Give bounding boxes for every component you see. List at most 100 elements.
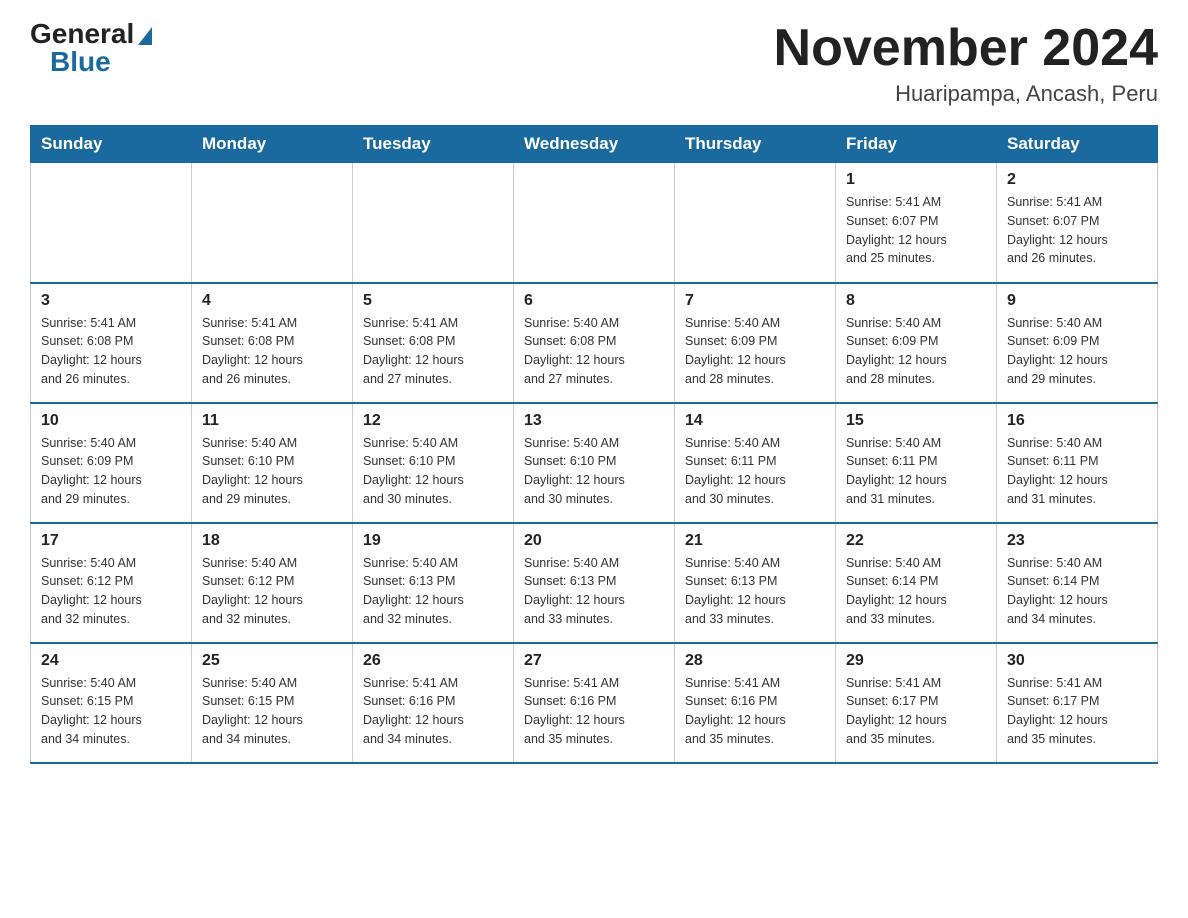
- title-area: November 2024 Huaripampa, Ancash, Peru: [774, 20, 1158, 107]
- calendar-cell: 29Sunrise: 5:41 AMSunset: 6:17 PMDayligh…: [836, 643, 997, 763]
- calendar-cell: 4 Sunrise: 5:41 AMSunset: 6:08 PMDaylight…: [192, 283, 353, 403]
- calendar-cell: 12 Sunrise: 5:40 AMSunset: 6:10 PMDayligh…: [353, 403, 514, 523]
- day-info: Sunrise: 5:41 AMSunset: 6:08 PMDaylight:…: [363, 314, 503, 389]
- day-number: 16: [1007, 412, 1147, 430]
- calendar-cell: [675, 163, 836, 283]
- day-info: Sunrise: 5:41 AMSunset: 6:16 PMDaylight:…: [685, 674, 825, 749]
- calendar-cell: 19 Sunrise: 5:40 AMSunset: 6:13 PMDayligh…: [353, 523, 514, 643]
- calendar-cell: 25 Sunrise: 5:40 AMSunset: 6:15 PMDayligh…: [192, 643, 353, 763]
- day-info: Sunrise: 5:40 AMSunset: 6:09 PMDaylight:…: [1007, 314, 1147, 389]
- calendar-cell: 6 Sunrise: 5:40 AMSunset: 6:08 PMDaylight…: [514, 283, 675, 403]
- calendar-cell: [514, 163, 675, 283]
- day-info: Sunrise: 5:40 AMSunset: 6:15 PMDaylight:…: [202, 674, 342, 749]
- day-number: 29: [846, 652, 986, 670]
- calendar-cell: 13Sunrise: 5:40 AMSunset: 6:10 PMDayligh…: [514, 403, 675, 523]
- calendar-cell: [31, 163, 192, 283]
- header: General Blue November 2024 Huaripampa, A…: [30, 20, 1158, 107]
- calendar-cell: 20 Sunrise: 5:40 AMSunset: 6:13 PMDayligh…: [514, 523, 675, 643]
- calendar-cell: 1 Sunrise: 5:41 AMSunset: 6:07 PMDaylight…: [836, 163, 997, 283]
- calendar-cell: 2 Sunrise: 5:41 AMSunset: 6:07 PMDaylight…: [997, 163, 1158, 283]
- calendar-cell: 16 Sunrise: 5:40 AMSunset: 6:11 PMDayligh…: [997, 403, 1158, 523]
- day-number: 1: [846, 171, 986, 189]
- day-number: 11: [202, 412, 342, 430]
- day-info: Sunrise: 5:41 AMSunset: 6:16 PMDaylight:…: [524, 674, 664, 749]
- day-info: Sunrise: 5:40 AMSunset: 6:10 PMDaylight:…: [524, 434, 664, 509]
- calendar-cell: 15Sunrise: 5:40 AMSunset: 6:11 PMDayligh…: [836, 403, 997, 523]
- weekday-header-sunday: Sunday: [31, 126, 192, 163]
- day-number: 18: [202, 532, 342, 550]
- day-info: Sunrise: 5:40 AMSunset: 6:11 PMDaylight:…: [685, 434, 825, 509]
- day-number: 9: [1007, 292, 1147, 310]
- calendar-cell: 22 Sunrise: 5:40 AMSunset: 6:14 PMDayligh…: [836, 523, 997, 643]
- day-info: Sunrise: 5:40 AMSunset: 6:09 PMDaylight:…: [846, 314, 986, 389]
- day-info: Sunrise: 5:40 AMSunset: 6:13 PMDaylight:…: [685, 554, 825, 629]
- day-info: Sunrise: 5:41 AMSunset: 6:16 PMDaylight:…: [363, 674, 503, 749]
- day-number: 25: [202, 652, 342, 670]
- calendar-week-row: 17 Sunrise: 5:40 AMSunset: 6:12 PMDayligh…: [31, 523, 1158, 643]
- weekday-header-wednesday: Wednesday: [514, 126, 675, 163]
- day-number: 15: [846, 412, 986, 430]
- day-number: 5: [363, 292, 503, 310]
- day-info: Sunrise: 5:41 AMSunset: 6:07 PMDaylight:…: [1007, 193, 1147, 268]
- logo-general-text: General: [30, 20, 134, 48]
- logo-blue-text: Blue: [50, 48, 111, 76]
- day-number: 2: [1007, 171, 1147, 189]
- weekday-header-row: SundayMondayTuesdayWednesdayThursdayFrid…: [31, 126, 1158, 163]
- day-number: 28: [685, 652, 825, 670]
- calendar-week-row: 10 Sunrise: 5:40 AMSunset: 6:09 PMDayligh…: [31, 403, 1158, 523]
- calendar-cell: 5 Sunrise: 5:41 AMSunset: 6:08 PMDaylight…: [353, 283, 514, 403]
- day-number: 3: [41, 292, 181, 310]
- day-number: 7: [685, 292, 825, 310]
- day-info: Sunrise: 5:40 AMSunset: 6:09 PMDaylight:…: [41, 434, 181, 509]
- day-info: Sunrise: 5:40 AMSunset: 6:15 PMDaylight:…: [41, 674, 181, 749]
- day-info: Sunrise: 5:41 AMSunset: 6:08 PMDaylight:…: [41, 314, 181, 389]
- calendar-cell: 17 Sunrise: 5:40 AMSunset: 6:12 PMDayligh…: [31, 523, 192, 643]
- day-number: 12: [363, 412, 503, 430]
- weekday-header-saturday: Saturday: [997, 126, 1158, 163]
- day-info: Sunrise: 5:41 AMSunset: 6:17 PMDaylight:…: [1007, 674, 1147, 749]
- day-info: Sunrise: 5:40 AMSunset: 6:11 PMDaylight:…: [1007, 434, 1147, 509]
- logo-triangle-icon: [138, 27, 152, 45]
- day-info: Sunrise: 5:41 AMSunset: 6:08 PMDaylight:…: [202, 314, 342, 389]
- day-number: 8: [846, 292, 986, 310]
- calendar-table: SundayMondayTuesdayWednesdayThursdayFrid…: [30, 125, 1158, 764]
- day-info: Sunrise: 5:40 AMSunset: 6:13 PMDaylight:…: [363, 554, 503, 629]
- calendar-cell: 30Sunrise: 5:41 AMSunset: 6:17 PMDayligh…: [997, 643, 1158, 763]
- calendar-week-row: 24 Sunrise: 5:40 AMSunset: 6:15 PMDayligh…: [31, 643, 1158, 763]
- day-info: Sunrise: 5:41 AMSunset: 6:07 PMDaylight:…: [846, 193, 986, 268]
- calendar-cell: [192, 163, 353, 283]
- day-number: 20: [524, 532, 664, 550]
- calendar-cell: 3 Sunrise: 5:41 AMSunset: 6:08 PMDaylight…: [31, 283, 192, 403]
- day-number: 23: [1007, 532, 1147, 550]
- day-info: Sunrise: 5:40 AMSunset: 6:14 PMDaylight:…: [846, 554, 986, 629]
- weekday-header-tuesday: Tuesday: [353, 126, 514, 163]
- calendar-cell: 7 Sunrise: 5:40 AMSunset: 6:09 PMDaylight…: [675, 283, 836, 403]
- day-info: Sunrise: 5:40 AMSunset: 6:13 PMDaylight:…: [524, 554, 664, 629]
- calendar-cell: 8 Sunrise: 5:40 AMSunset: 6:09 PMDaylight…: [836, 283, 997, 403]
- calendar-cell: 23 Sunrise: 5:40 AMSunset: 6:14 PMDayligh…: [997, 523, 1158, 643]
- calendar-cell: 18 Sunrise: 5:40 AMSunset: 6:12 PMDayligh…: [192, 523, 353, 643]
- day-number: 19: [363, 532, 503, 550]
- day-info: Sunrise: 5:40 AMSunset: 6:14 PMDaylight:…: [1007, 554, 1147, 629]
- weekday-header-monday: Monday: [192, 126, 353, 163]
- day-number: 6: [524, 292, 664, 310]
- day-info: Sunrise: 5:40 AMSunset: 6:12 PMDaylight:…: [202, 554, 342, 629]
- calendar-cell: 11Sunrise: 5:40 AMSunset: 6:10 PMDayligh…: [192, 403, 353, 523]
- calendar-cell: 27 Sunrise: 5:41 AMSunset: 6:16 PMDayligh…: [514, 643, 675, 763]
- day-number: 10: [41, 412, 181, 430]
- day-number: 27: [524, 652, 664, 670]
- day-number: 24: [41, 652, 181, 670]
- day-number: 21: [685, 532, 825, 550]
- weekday-header-friday: Friday: [836, 126, 997, 163]
- day-number: 22: [846, 532, 986, 550]
- day-info: Sunrise: 5:40 AMSunset: 6:10 PMDaylight:…: [363, 434, 503, 509]
- day-number: 17: [41, 532, 181, 550]
- calendar-cell: 26Sunrise: 5:41 AMSunset: 6:16 PMDayligh…: [353, 643, 514, 763]
- calendar-cell: 28 Sunrise: 5:41 AMSunset: 6:16 PMDayligh…: [675, 643, 836, 763]
- day-info: Sunrise: 5:40 AMSunset: 6:08 PMDaylight:…: [524, 314, 664, 389]
- calendar-cell: 9 Sunrise: 5:40 AMSunset: 6:09 PMDaylight…: [997, 283, 1158, 403]
- day-number: 4: [202, 292, 342, 310]
- calendar-cell: 21 Sunrise: 5:40 AMSunset: 6:13 PMDayligh…: [675, 523, 836, 643]
- day-info: Sunrise: 5:40 AMSunset: 6:09 PMDaylight:…: [685, 314, 825, 389]
- day-info: Sunrise: 5:40 AMSunset: 6:12 PMDaylight:…: [41, 554, 181, 629]
